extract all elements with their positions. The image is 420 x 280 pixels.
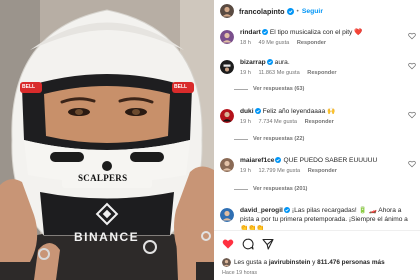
replies-line	[234, 188, 248, 190]
verified-badge-icon	[275, 157, 282, 163]
comment-like-heart-icon[interactable]	[408, 160, 416, 168]
comment-likes[interactable]: 7.734 Me gusta	[258, 119, 297, 125]
liker-avatar[interactable]	[222, 258, 231, 267]
commenter-username[interactable]: rindart	[240, 29, 261, 36]
commenter-username[interactable]: david_perogil	[240, 207, 283, 214]
verified-badge-icon	[261, 29, 268, 35]
comment-text-continued: pista a por tu primera pretemporada. ¡Si…	[240, 216, 408, 223]
comment-time: 19 h	[240, 168, 251, 174]
likes-summary: Les gusta a javirubinstein y 811.476 per…	[222, 258, 385, 267]
heart-icon[interactable]	[222, 238, 234, 250]
verified-badge-icon	[266, 59, 273, 65]
post-side-panel: francolapinto • Seguir rindart El tipo mu…	[214, 0, 420, 280]
comment-text: ¡Las pilas recargadas! 🔋 🏎️ Ahora a	[291, 207, 402, 214]
view-replies-label[interactable]: Ver respuestas (63)	[253, 86, 304, 92]
share-icon[interactable]	[262, 238, 274, 250]
likes-count[interactable]: 811.476 personas más	[317, 259, 385, 266]
comment-text: El tipo musicaliza con el pity ❤️	[269, 29, 363, 36]
comment-likes[interactable]: 11.863 Me gusta	[258, 70, 299, 76]
replies-line	[234, 138, 248, 140]
comment-icon[interactable]	[242, 238, 254, 250]
commenter-username[interactable]: maiaref1ce	[240, 157, 274, 164]
commenter-avatar[interactable]	[220, 158, 234, 172]
chin-sponsor-text: BINANCE	[74, 230, 140, 244]
view-replies-button[interactable]: Ver respuestas (201)	[234, 186, 307, 192]
comment-time: 18 h	[240, 40, 251, 46]
author-avatar[interactable]	[220, 4, 234, 18]
post-timestamp: Hace 19 horas	[222, 270, 258, 276]
comment-text: aura.	[274, 59, 290, 66]
helmet-sponsor-text: SCALPERS	[78, 173, 128, 183]
post-actions	[222, 238, 274, 250]
actions-divider	[214, 230, 420, 231]
visor-badge-right: BELL	[174, 84, 188, 90]
comment-like-heart-icon[interactable]	[408, 111, 416, 119]
verified-badge-icon	[283, 207, 290, 213]
commenter-username[interactable]: bizarrap	[240, 59, 266, 66]
commenter-username[interactable]: duki	[240, 108, 254, 115]
commenter-avatar[interactable]	[220, 208, 234, 222]
visor-badge-left: BELL	[22, 84, 36, 90]
replies-line	[234, 88, 248, 90]
view-replies-button[interactable]: Ver respuestas (22)	[234, 136, 304, 142]
reply-button[interactable]: Responder	[307, 70, 336, 76]
post-header: francolapinto • Seguir	[214, 0, 420, 22]
author-username[interactable]: francolapinto	[239, 7, 285, 16]
commenter-avatar[interactable]	[220, 60, 234, 74]
reply-button[interactable]: Responder	[308, 168, 337, 174]
verified-badge-icon	[254, 108, 261, 114]
comment-likes[interactable]: 49 Me gusta	[258, 40, 289, 46]
reply-button[interactable]: Responder	[305, 119, 334, 125]
comment-like-heart-icon[interactable]	[408, 62, 416, 70]
view-replies-button[interactable]: Ver respuestas (63)	[234, 86, 304, 92]
commenter-avatar[interactable]	[220, 109, 234, 123]
comment-text: QUE PUEDO SABER EUUUUU	[283, 157, 378, 164]
comment-likes[interactable]: 12.799 Me gusta	[258, 168, 300, 174]
reply-button[interactable]: Responder	[297, 40, 326, 46]
view-replies-label[interactable]: Ver respuestas (201)	[253, 186, 307, 192]
commenter-avatar[interactable]	[220, 30, 234, 44]
likes-text: Les gusta a javirubinstein y 811.476 per…	[234, 259, 385, 266]
comment-time: 19 h	[240, 70, 251, 76]
header-separator: •	[296, 7, 299, 15]
follow-button[interactable]: Seguir	[302, 8, 323, 15]
view-replies-label[interactable]: Ver respuestas (22)	[253, 136, 304, 142]
post-photo[interactable]: BELL BELL SCALPERS BINANCE	[0, 0, 214, 280]
verified-badge-icon	[286, 7, 294, 15]
comment-like-heart-icon[interactable]	[408, 32, 416, 40]
likes-connector: y	[312, 259, 316, 266]
likes-prefix: Les gusta a	[234, 259, 268, 266]
comment-text: Feliz año leyendaaaa 🙌	[262, 108, 336, 115]
liker-username[interactable]: javirubinstein	[269, 259, 311, 266]
comment-time: 19 h	[240, 119, 251, 125]
